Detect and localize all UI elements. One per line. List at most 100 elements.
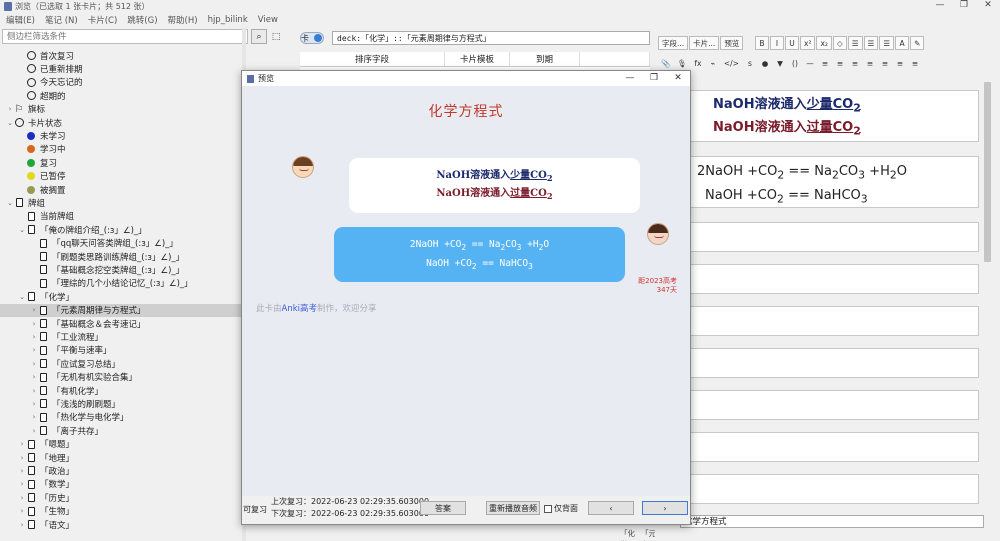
editor-tool-button[interactable]: fx (691, 56, 705, 70)
editor-tool-button[interactable]: 📎 (658, 56, 673, 70)
sidebar-item[interactable]: 今天忘记的 (0, 76, 242, 89)
menu-edit[interactable]: 编辑(E) (6, 14, 35, 26)
editor-tool-button[interactable]: ≡ (863, 56, 877, 70)
chevron-right-icon[interactable]: › (30, 427, 38, 435)
note-field[interactable] (690, 222, 979, 252)
checkbox-box[interactable] (544, 504, 552, 513)
format-button[interactable]: ✎ (910, 36, 925, 50)
search-icon[interactable]: ⌕ (251, 29, 267, 44)
minimize-button[interactable]: — (928, 0, 952, 10)
sidebar-item[interactable]: › 「离子共存」 (0, 424, 242, 437)
note-field[interactable]: NaOH溶液通入少量CO2 NaOH溶液通入过量CO2 (690, 90, 979, 142)
sidebar-item[interactable]: › 「热化学与电化学」 (0, 411, 242, 424)
format-button[interactable]: x₂ (816, 36, 832, 50)
editor-tool-button[interactable]: </> (721, 56, 742, 70)
chevron-right-icon[interactable]: › (18, 521, 26, 529)
close-button[interactable]: ✕ (976, 0, 1000, 10)
menu-view[interactable]: View (258, 15, 278, 25)
editor-tool-button[interactable]: ● (758, 56, 772, 70)
prev-card-button[interactable]: ‹ (588, 501, 634, 515)
sidebar-search-input[interactable] (2, 29, 248, 44)
sidebar-item[interactable]: 「刷题类思路训练牌组_(:з」∠)_」 (0, 250, 242, 263)
note-field[interactable] (690, 390, 979, 420)
sidebar-item[interactable]: 首次复习 (0, 49, 242, 62)
preview-close-button[interactable]: ✕ (666, 71, 690, 86)
sidebar-item[interactable]: 「基础概念挖空类牌组_(:з」∠)_」 (0, 263, 242, 276)
chevron-right-icon[interactable]: › (30, 387, 38, 395)
sidebar-item[interactable]: › ⚐ 旗标 (0, 103, 242, 116)
sidebar-item[interactable]: ⌄ 「化学」 (0, 290, 242, 303)
chevron-right-icon[interactable]: › (18, 454, 26, 462)
sidebar-item[interactable]: 超期的 (0, 89, 242, 102)
chevron-down-icon[interactable]: ⌄ (18, 293, 26, 301)
menu-bilink[interactable]: hjp_bilink (208, 15, 248, 25)
format-button[interactable]: B (755, 36, 769, 50)
note-field[interactable] (690, 348, 979, 378)
sidebar-item[interactable]: › 「基础概念＆会考速记」 (0, 317, 242, 330)
format-button[interactable]: I (770, 36, 784, 50)
sidebar-item[interactable]: › 「元素周期律与方程式」 (0, 303, 242, 317)
editor-tool-button[interactable]: ≡ (818, 56, 832, 70)
maximize-button[interactable]: ❐ (952, 0, 976, 10)
note-field[interactable] (690, 264, 979, 294)
next-card-button[interactable]: › (642, 501, 688, 515)
format-button[interactable]: ◇ (832, 36, 847, 50)
editor-tool-button[interactable]: ▼ (773, 56, 787, 70)
column-card-template[interactable]: 卡片模板 (445, 52, 510, 66)
chevron-right-icon[interactable]: › (30, 333, 38, 341)
sidebar-item[interactable]: ⌄ 牌组 (0, 196, 242, 209)
format-button[interactable]: x² (800, 36, 816, 50)
format-button[interactable]: U (785, 36, 799, 50)
cards-button[interactable]: 卡片... (689, 36, 720, 50)
menu-cards[interactable]: 卡片(C) (88, 14, 118, 26)
sidebar-item[interactable]: 已重新排期 (0, 62, 242, 75)
sidebar-item[interactable]: 复习 (0, 156, 242, 169)
deck-query-input[interactable]: deck:「化学」::「元素周期律与方程式」 (332, 31, 650, 45)
chevron-right-icon[interactable]: › (30, 346, 38, 354)
chevron-right-icon[interactable]: › (18, 440, 26, 448)
chevron-right-icon[interactable]: › (6, 105, 14, 113)
back-only-checkbox[interactable]: 仅背面 (544, 503, 578, 514)
menu-help[interactable]: 帮助(H) (168, 14, 198, 26)
preview-button[interactable]: 预览 (720, 36, 744, 50)
anki-link[interactable]: Anki高考 (282, 304, 318, 314)
column-due[interactable]: 到期 (510, 52, 580, 66)
chevron-down-icon[interactable]: ⌄ (18, 226, 26, 234)
sidebar-item[interactable]: › 「浅浅的刷刷题」 (0, 397, 242, 410)
editor-tool-button[interactable]: — (803, 56, 817, 70)
sidebar-item[interactable]: › 「无机有机实验合集」 (0, 371, 242, 384)
menu-notes[interactable]: 笔记 (N) (45, 14, 78, 26)
menu-goto[interactable]: 跳转(G) (127, 14, 157, 26)
chevron-right-icon[interactable]: › (18, 480, 26, 488)
format-button[interactable]: A (895, 36, 910, 50)
chevron-right-icon[interactable]: › (30, 413, 38, 421)
sidebar-item[interactable]: › 「嗯题」 (0, 438, 242, 451)
note-field[interactable] (690, 474, 979, 504)
chevron-right-icon[interactable]: › (30, 306, 38, 314)
editor-scrollbar[interactable] (983, 72, 992, 512)
editor-tool-button[interactable]: ≡ (893, 56, 907, 70)
editor-tool-button[interactable]: s (743, 56, 757, 70)
editor-tool-button[interactable]: 🎙 (674, 56, 690, 70)
chevron-right-icon[interactable]: › (30, 320, 38, 328)
sidebar-item[interactable]: ⌄ 卡片状态 (0, 116, 242, 129)
chevron-right-icon[interactable]: › (18, 494, 26, 502)
preview-minimize-button[interactable]: — (618, 71, 642, 86)
sidebar-item[interactable]: 「qq聊天问答类牌组_(:з」∠)_」 (0, 237, 242, 250)
chevron-down-icon[interactable]: ⌄ (6, 199, 14, 207)
sidebar-item[interactable]: 当前牌组 (0, 210, 242, 223)
sidebar-item[interactable]: ⌄ 「俺の牌组介绍_(:з」∠)_」 (0, 223, 242, 236)
editor-tool-button[interactable]: ⌁ (706, 56, 720, 70)
select-tool-icon[interactable]: ⬚ (268, 29, 284, 44)
chevron-right-icon[interactable]: › (30, 400, 38, 408)
sidebar-item[interactable]: › 「地理」 (0, 451, 242, 464)
show-answer-button[interactable]: 答案 (420, 501, 466, 515)
note-field[interactable]: 2NaOH +CO2 == Na2CO3 +H2O NaOH +CO2 == Na… (690, 156, 979, 208)
sidebar-item[interactable]: › 「应试复习总结」 (0, 357, 242, 370)
format-button[interactable]: ☰ (863, 36, 879, 50)
sidebar-item[interactable]: › 「有机化学」 (0, 384, 242, 397)
editor-tool-button[interactable]: ≡ (833, 56, 847, 70)
sidebar-item[interactable]: › 「数学」 (0, 478, 242, 491)
chevron-down-icon[interactable]: ⌄ (6, 119, 14, 127)
note-field[interactable] (690, 432, 979, 462)
